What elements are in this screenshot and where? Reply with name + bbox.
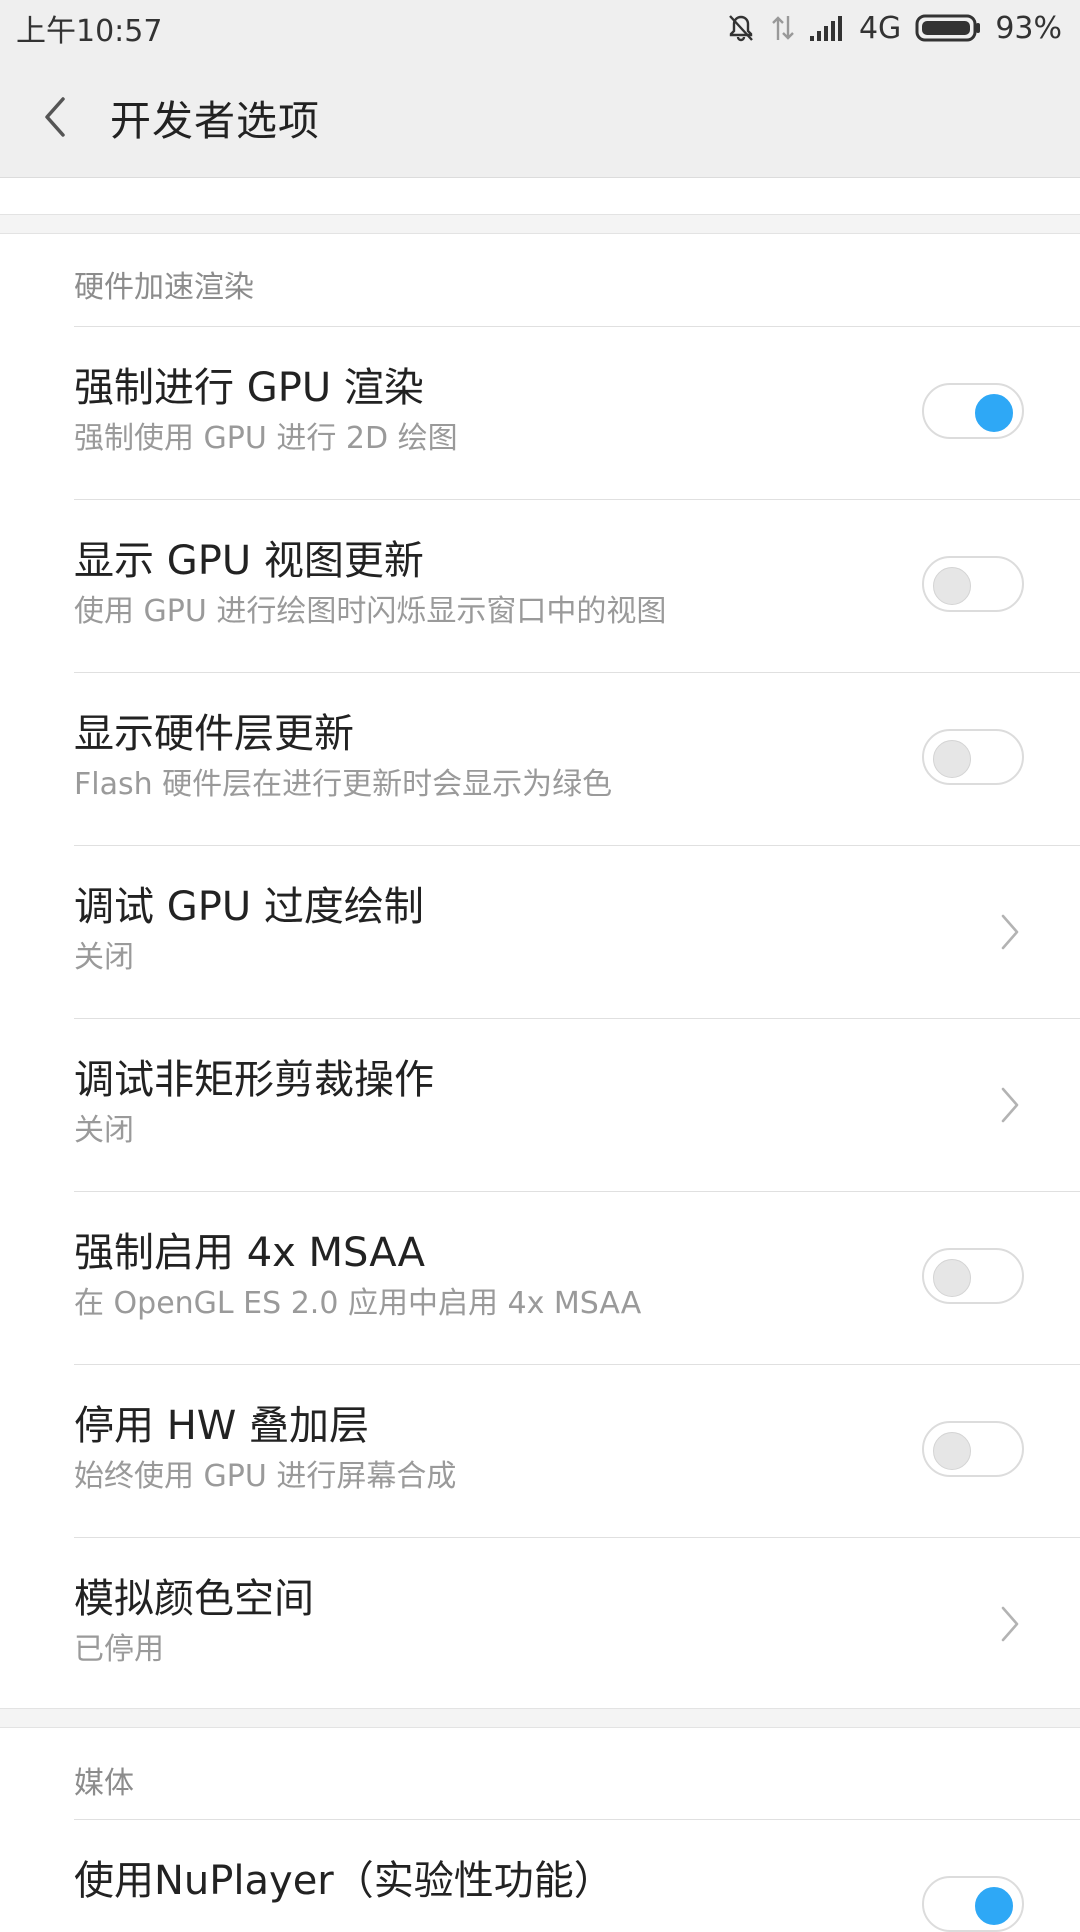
toggle-switch[interactable] (922, 1421, 1024, 1477)
setting-simulate-color-space[interactable]: 模拟颜色空间 已停用 (0, 1538, 1080, 1708)
chevron-right-icon (1001, 914, 1019, 950)
setting-title: 停用 HW 叠加层 (74, 1403, 370, 1449)
setting-title: 调试 GPU 过度绘制 (74, 884, 424, 930)
data-arrows-icon (771, 13, 795, 43)
setting-force-4x-msaa[interactable]: 强制启用 4x MSAA 在 OpenGL ES 2.0 应用中启用 4x MS… (0, 1192, 1080, 1365)
signal-icon (809, 14, 845, 42)
toggle-knob (933, 740, 971, 778)
setting-subtitle: 已停用 (74, 1632, 164, 1667)
setting-subtitle: Flash 硬件层在进行更新时会显示为绿色 (74, 767, 613, 802)
setting-subtitle: 关闭 (74, 1113, 134, 1148)
toggle-switch[interactable] (922, 729, 1024, 785)
setting-disable-hw-overlays[interactable]: 停用 HW 叠加层 始终使用 GPU 进行屏幕合成 (0, 1365, 1080, 1538)
setting-debug-non-rect-clip[interactable]: 调试非矩形剪裁操作 关闭 (0, 1019, 1080, 1192)
chevron-right-icon (1001, 1087, 1019, 1123)
previous-section-tail (0, 179, 1080, 214)
toggle-knob (975, 394, 1013, 432)
setting-subtitle: 强制使用 GPU 进行 2D 绘图 (74, 421, 458, 456)
network-type: 4G (858, 10, 902, 46)
setting-show-gpu-view-updates[interactable]: 显示 GPU 视图更新 使用 GPU 进行绘图时闪烁显示窗口中的视图 (0, 500, 1080, 673)
setting-debug-gpu-overdraw[interactable]: 调试 GPU 过度绘制 关闭 (0, 846, 1080, 1019)
toggle-knob (975, 1887, 1013, 1925)
chevron-right-icon (1001, 1606, 1019, 1642)
setting-title: 显示硬件层更新 (74, 711, 354, 757)
setting-title: 使用NuPlayer（实验性功能） (74, 1858, 614, 1904)
setting-title: 强制启用 4x MSAA (74, 1230, 426, 1276)
setting-subtitle: 在 OpenGL ES 2.0 应用中启用 4x MSAA (74, 1286, 642, 1321)
setting-title: 显示 GPU 视图更新 (74, 538, 424, 584)
back-arrow-icon (45, 96, 65, 137)
title-bar: 开发者选项 (0, 56, 1080, 178)
toggle-knob (933, 1432, 971, 1470)
setting-subtitle: 关闭 (74, 940, 134, 975)
toggle-knob (933, 1259, 971, 1297)
page-title: 开发者选项 (110, 96, 320, 145)
status-bar: 上午10:57 4G 93% (0, 0, 1080, 56)
section-gap (0, 214, 1080, 234)
setting-subtitle: 始终使用 GPU 进行屏幕合成 (74, 1459, 457, 1494)
mute-icon (725, 12, 757, 44)
section-gap (0, 1708, 1080, 1728)
toggle-switch[interactable] (922, 556, 1024, 612)
toggle-switch[interactable] (922, 1876, 1024, 1932)
setting-force-gpu-rendering[interactable]: 强制进行 GPU 渲染 强制使用 GPU 进行 2D 绘图 (0, 327, 1080, 500)
setting-use-nuplayer[interactable]: 使用NuPlayer（实验性功能） (0, 1820, 1080, 1932)
setting-subtitle: 使用 GPU 进行绘图时闪烁显示窗口中的视图 (74, 594, 667, 629)
toggle-switch[interactable] (922, 1248, 1024, 1304)
setting-show-hw-layer-updates[interactable]: 显示硬件层更新 Flash 硬件层在进行更新时会显示为绿色 (0, 673, 1080, 846)
setting-title: 调试非矩形剪裁操作 (74, 1057, 434, 1103)
setting-title: 强制进行 GPU 渲染 (74, 365, 424, 411)
status-time: 上午10:57 (16, 14, 163, 49)
status-icons: 4G 93% (725, 11, 1062, 46)
section-header: 硬件加速渲染 (74, 270, 254, 305)
battery-level: 93% (995, 10, 1062, 46)
section-header: 媒体 (74, 1766, 134, 1801)
toggle-knob (933, 567, 971, 605)
toggle-switch[interactable] (922, 383, 1024, 439)
back-button[interactable] (0, 56, 110, 178)
battery-icon (915, 13, 981, 43)
setting-title: 模拟颜色空间 (74, 1576, 314, 1622)
